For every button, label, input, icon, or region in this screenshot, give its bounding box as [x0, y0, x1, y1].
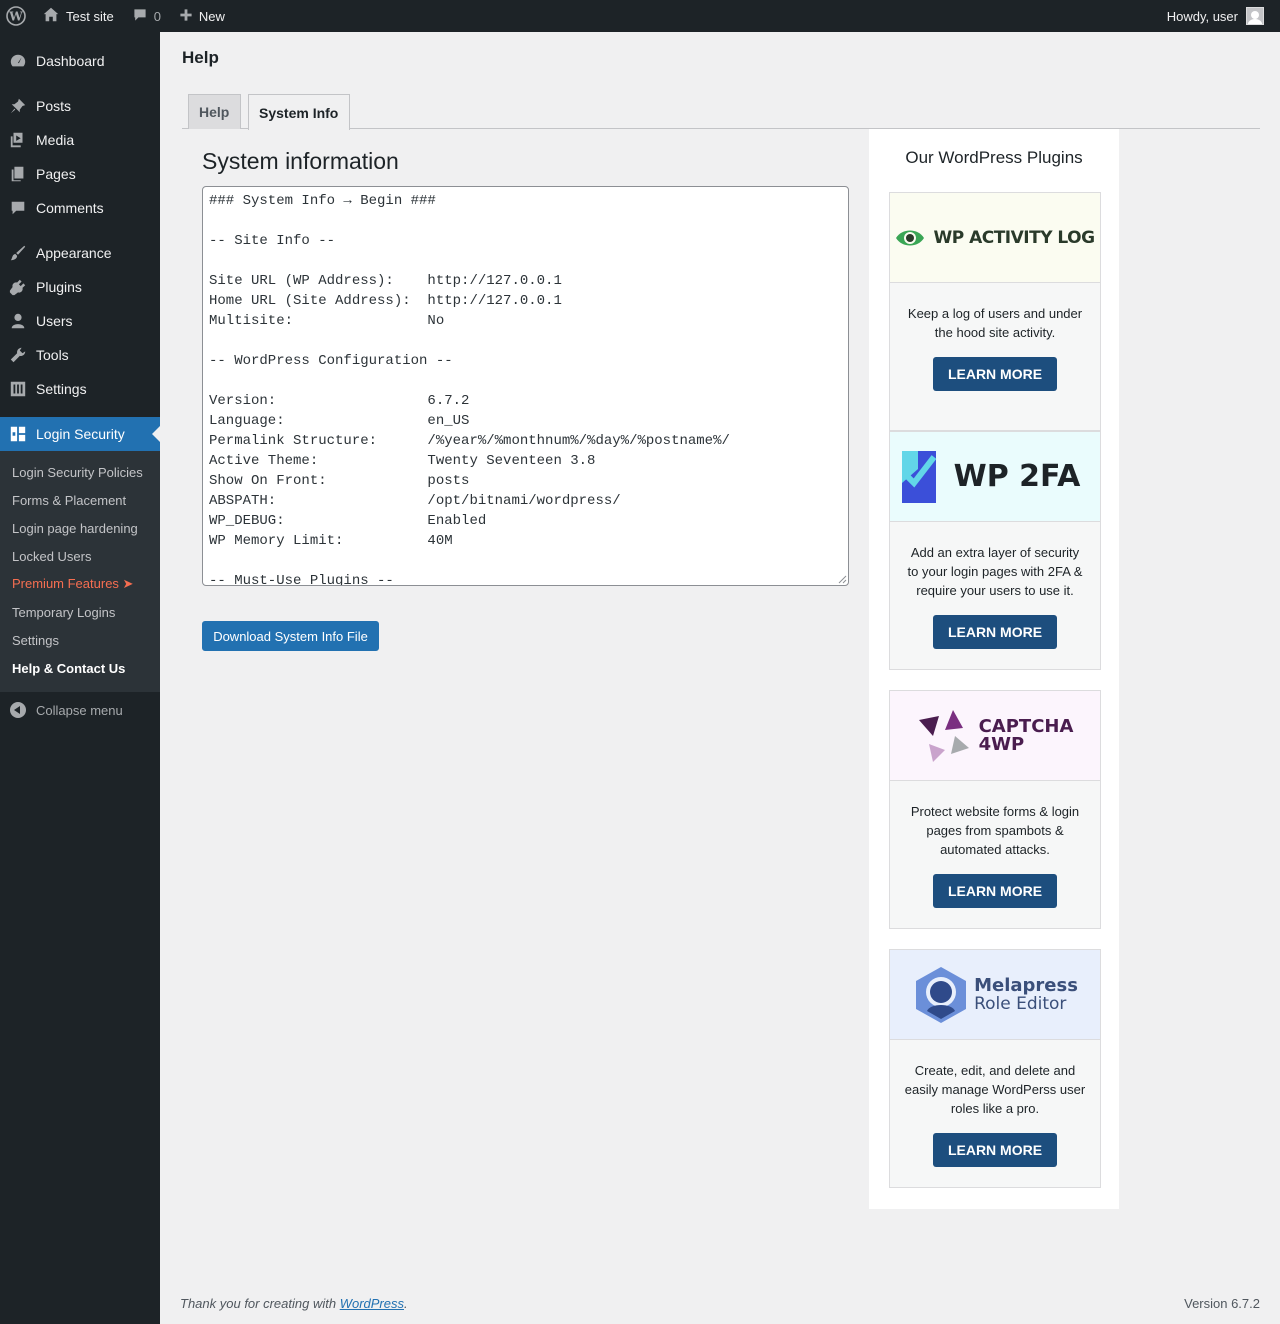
download-system-info-button[interactable]: Download System Info File — [202, 621, 379, 651]
comments-link[interactable]: 0 — [122, 0, 169, 32]
sidebar-item-settings[interactable]: Settings — [0, 372, 160, 406]
plugin-name: WP 2FA — [953, 459, 1081, 494]
plus-icon — [179, 8, 193, 25]
submenu-temporary-logins[interactable]: Temporary Logins — [0, 598, 160, 626]
howdy-text: Howdy, user — [1166, 8, 1238, 24]
sidebar-item-plugins[interactable]: Plugins — [0, 270, 160, 304]
wrench-icon — [9, 346, 27, 364]
dashboard-icon — [9, 52, 27, 70]
pages-icon — [9, 165, 27, 183]
role-editor-user-logo-icon — [916, 966, 967, 1023]
collapse-menu-button[interactable]: Collapse menu — [0, 693, 160, 727]
paintbrush-icon — [9, 244, 27, 262]
login-security-submenu: Login Security Policies Forms & Placemen… — [0, 451, 160, 692]
checkmark-logo-icon — [901, 450, 937, 503]
submenu-login-security-policies[interactable]: Login Security Policies — [0, 458, 160, 486]
plugin-card-melapress-role-editor: Melapress Role Editor Create, edit, and … — [889, 949, 1101, 1188]
sidebar-item-tools[interactable]: Tools — [0, 338, 160, 372]
plugin-banner[interactable]: CAPTCHA 4WP — [890, 691, 1100, 781]
plugin-card-wp-activity-log: WP ACTIVITY LOG Keep a log of users and … — [889, 192, 1101, 431]
settings-sliders-icon — [9, 380, 27, 398]
admin-sidebar: Dashboard Posts Media Pages Comments App… — [0, 32, 160, 1324]
submenu-forms-placement[interactable]: Forms & Placement — [0, 486, 160, 514]
wordpress-logo-icon[interactable]: W — [0, 0, 32, 32]
login-security-icon — [9, 425, 27, 443]
plugin-name: Melapress Role Editor — [974, 974, 1078, 1014]
plugin-banner[interactable]: WP 2FA — [890, 432, 1100, 522]
plugin-description: Create, edit, and delete and easily mana… — [904, 1063, 1086, 1116]
plugin-icon — [9, 278, 27, 296]
main-content: Help Help System Info System information… — [160, 32, 1280, 1324]
submenu-locked-users[interactable]: Locked Users — [0, 542, 160, 570]
plugin-description: Protect website forms & login pages from… — [910, 804, 1080, 857]
comments-count: 0 — [153, 8, 161, 24]
sidebar-item-media[interactable]: Media — [0, 123, 160, 157]
submenu-help-contact[interactable]: Help & Contact Us — [0, 654, 160, 682]
site-name-link[interactable]: Test site — [32, 0, 122, 32]
plugin-description: Keep a log of users and under the hood s… — [907, 306, 1083, 340]
pushpin-icon — [9, 97, 27, 115]
tab-help[interactable]: Help — [188, 94, 241, 129]
user-account-menu[interactable]: Howdy, user — [1159, 0, 1272, 32]
site-name: Test site — [66, 8, 114, 24]
learn-more-button[interactable]: LEARN MORE — [933, 874, 1057, 908]
sidebar-item-login-security[interactable]: Login Security — [0, 417, 160, 451]
plugins-panel-title: Our WordPress Plugins — [905, 148, 1083, 167]
plugin-card-captcha-4wp: CAPTCHA 4WP Protect website forms & logi… — [889, 690, 1101, 929]
section-title: System information — [202, 148, 399, 174]
avatar — [1246, 7, 1264, 25]
plugin-name: CAPTCHA 4WP — [978, 715, 1074, 755]
learn-more-button[interactable]: LEARN MORE — [933, 357, 1057, 391]
tab-bar: Help System Info — [182, 94, 1260, 130]
plugin-banner[interactable]: Melapress Role Editor — [890, 950, 1100, 1040]
sidebar-item-users[interactable]: Users — [0, 304, 160, 338]
submenu-settings[interactable]: Settings — [0, 626, 160, 654]
home-icon — [42, 6, 60, 27]
tab-system-info[interactable]: System Info — [248, 94, 350, 130]
page-title: Help — [182, 48, 219, 67]
resize-grip-icon[interactable] — [838, 575, 847, 584]
comments-icon — [9, 199, 27, 217]
comment-bubble-icon — [132, 7, 148, 26]
plugins-panel: Our WordPress Plugins WP ACTIVITY LOG Ke… — [869, 129, 1119, 1209]
new-content-link[interactable]: New — [169, 0, 233, 32]
users-icon — [9, 312, 27, 330]
sidebar-item-appearance[interactable]: Appearance — [0, 236, 160, 270]
learn-more-button[interactable]: LEARN MORE — [933, 615, 1057, 649]
sidebar-item-dashboard[interactable]: Dashboard — [0, 44, 160, 78]
collapse-arrow-icon — [10, 702, 26, 718]
submenu-login-page-hardening[interactable]: Login page hardening — [0, 514, 160, 542]
footer-version: Version 6.7.2 — [1184, 1296, 1260, 1311]
admin-bar: W Test site 0 New Howdy, user — [0, 0, 1280, 32]
plugin-name: WP ACTIVITY LOG — [933, 227, 1095, 248]
system-info-textarea[interactable]: ### System Info → Begin ### -- Site Info… — [202, 186, 849, 586]
svg-text:W: W — [8, 10, 23, 24]
submenu-premium-features[interactable]: Premium Features ➤ — [0, 570, 160, 598]
system-info-text: ### System Info → Begin ### -- Site Info… — [209, 193, 730, 586]
captcha-arrows-logo-icon — [918, 709, 969, 762]
sidebar-item-pages[interactable]: Pages — [0, 157, 160, 191]
media-icon — [9, 131, 27, 149]
new-label: New — [198, 8, 225, 24]
footer-thanks: Thank you for creating with WordPress. — [180, 1296, 408, 1311]
plugin-description: Add an extra layer of security to your l… — [907, 545, 1083, 598]
learn-more-button[interactable]: LEARN MORE — [933, 1133, 1057, 1167]
plugin-banner[interactable]: WP ACTIVITY LOG — [890, 193, 1100, 283]
plugin-card-wp-2fa: WP 2FA Add an extra layer of security to… — [889, 431, 1101, 670]
eye-logo-icon — [896, 230, 925, 245]
sidebar-item-posts[interactable]: Posts — [0, 89, 160, 123]
sidebar-item-comments[interactable]: Comments — [0, 191, 160, 225]
wordpress-link[interactable]: WordPress — [340, 1296, 404, 1311]
